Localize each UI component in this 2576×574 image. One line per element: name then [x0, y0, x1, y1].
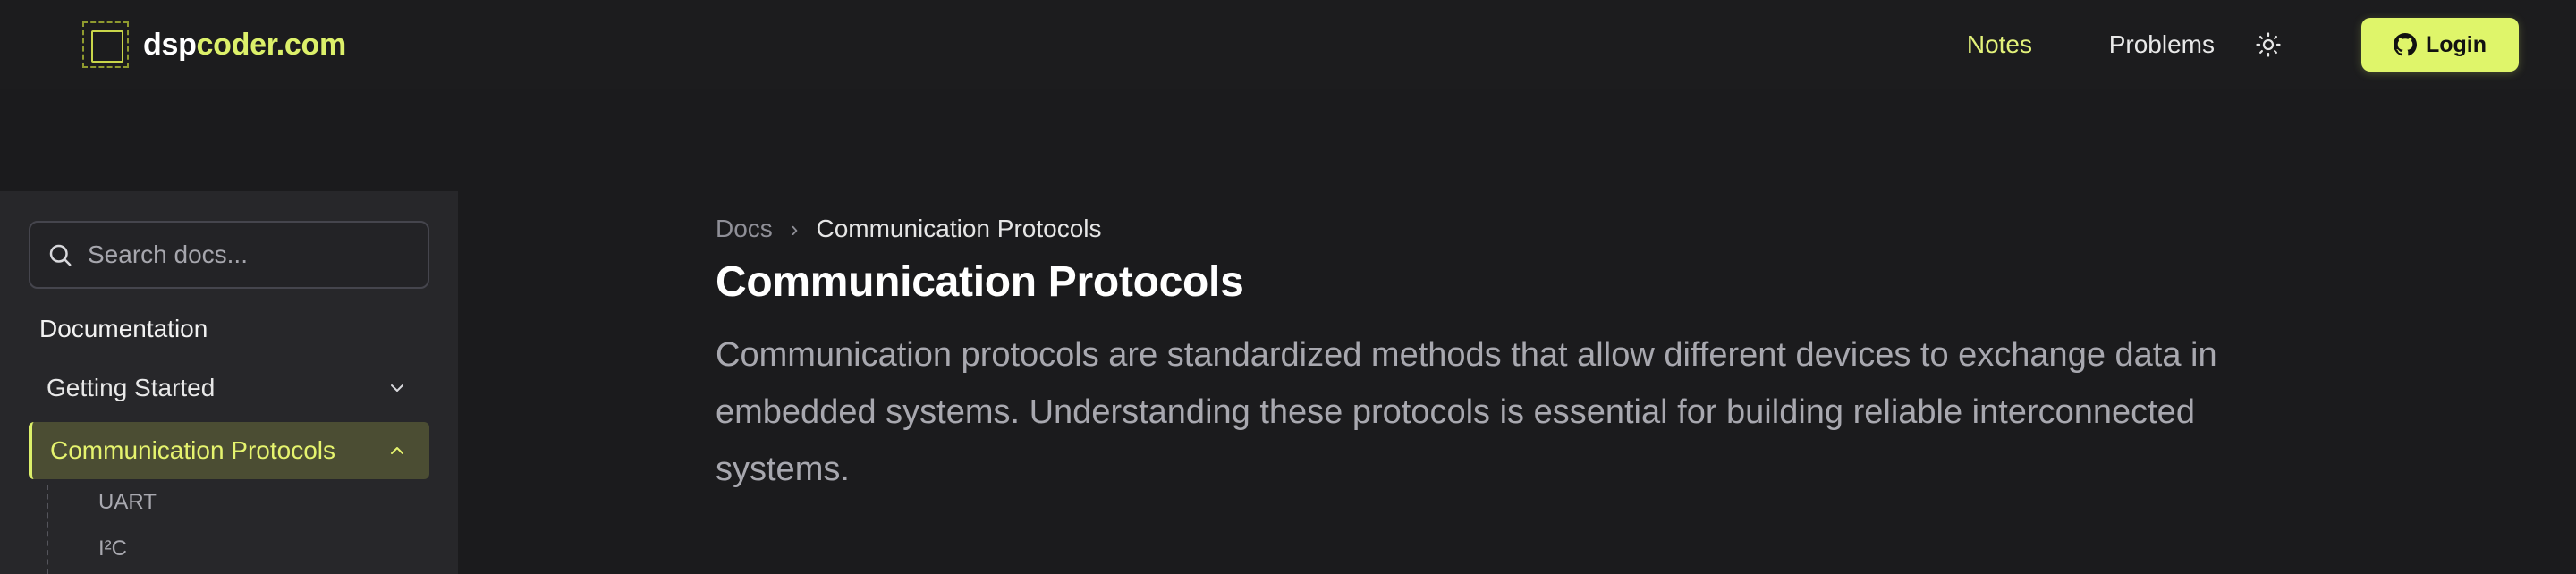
- subtree-guide-line: [47, 485, 48, 574]
- breadcrumb-current: Communication Protocols: [816, 215, 1102, 242]
- page: dspcoder.com Notes Problems Login Search…: [0, 0, 2576, 574]
- sidebar-item-label: Getting Started: [47, 374, 216, 401]
- page-title: Communication Protocols: [716, 258, 1244, 306]
- sidebar-item-communication-protocols[interactable]: Communication Protocols: [29, 422, 429, 479]
- nav-problems-link[interactable]: Problems: [2109, 30, 2215, 59]
- theme-toggle-button[interactable]: [2250, 27, 2286, 63]
- site-logo[interactable]: dspcoder.com: [82, 20, 346, 70]
- search-box[interactable]: [29, 221, 429, 289]
- logo-text: dspcoder.com: [143, 28, 346, 63]
- logo-icon: [82, 21, 129, 68]
- docs-sidebar: Documentation Getting Started Communicat…: [0, 191, 458, 574]
- logo-text-domain: coder.com: [196, 27, 347, 62]
- login-button-label: Login: [2425, 31, 2487, 57]
- login-button[interactable]: Login: [2361, 18, 2519, 72]
- page-intro-paragraph: Communication protocols are standardized…: [716, 336, 2217, 488]
- sidebar-subitem-i2c[interactable]: I²C: [98, 536, 127, 561]
- search-input[interactable]: [88, 241, 410, 269]
- github-icon: [2393, 33, 2417, 56]
- sidebar-section-title: Documentation: [39, 315, 208, 342]
- sidebar-item-getting-started[interactable]: Getting Started: [29, 359, 429, 417]
- nav-notes-link[interactable]: Notes: [1967, 30, 2032, 59]
- top-header: dspcoder.com Notes Problems Login: [0, 0, 2576, 89]
- sun-icon: [2256, 32, 2281, 57]
- breadcrumb: Docs › Communication Protocols: [716, 215, 2326, 243]
- main-content: Docs › Communication Protocols Communica…: [716, 215, 2326, 498]
- logo-text-dsp: dsp: [143, 27, 197, 62]
- chevron-down-icon: [391, 384, 403, 392]
- search-icon: [49, 244, 72, 266]
- breadcrumb-separator-icon: ›: [790, 215, 799, 242]
- sidebar-item-label: Communication Protocols: [50, 436, 336, 464]
- sidebar-subitem-uart[interactable]: UART: [98, 490, 157, 515]
- chevron-up-icon: [391, 447, 403, 454]
- breadcrumb-docs-link[interactable]: Docs: [716, 215, 773, 243]
